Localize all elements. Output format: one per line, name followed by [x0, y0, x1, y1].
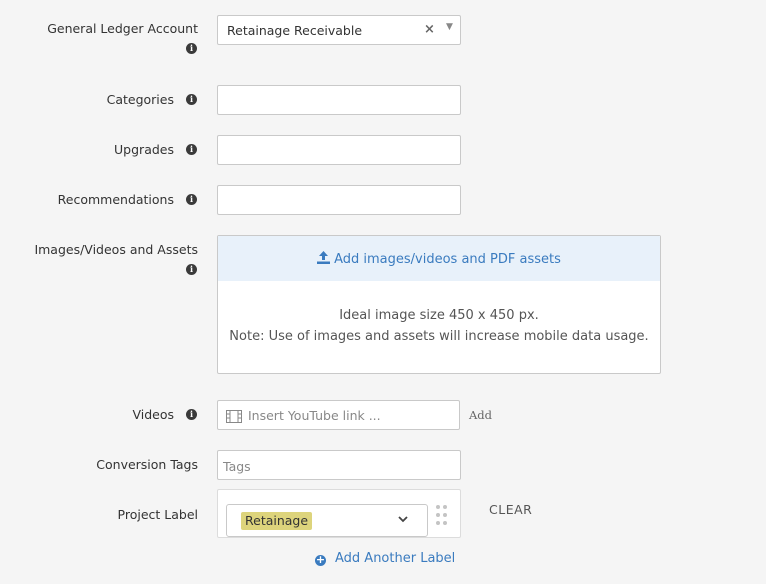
upload-link-text[interactable]: Add images/videos and PDF assets — [334, 252, 561, 267]
tags-placeholder: Tags — [223, 459, 251, 474]
gl-account-value: Retainage Receivable — [227, 23, 363, 38]
add-video-button[interactable]: Add — [469, 408, 492, 422]
videos-label: Videos — [132, 407, 174, 422]
project-label-label: Project Label — [117, 507, 198, 522]
videos-placeholder: Insert YouTube link ... — [248, 408, 381, 423]
info-icon[interactable]: i — [186, 409, 197, 420]
gl-account-select[interactable]: Retainage Receivable × ▼ — [217, 15, 461, 45]
info-icon[interactable]: i — [186, 144, 197, 155]
data-usage-note: Note: Use of images and assets will incr… — [229, 329, 649, 344]
project-label-select[interactable]: Retainage — [226, 504, 428, 537]
recommendations-label: Recommendations — [57, 192, 174, 207]
info-icon[interactable]: i — [186, 194, 197, 205]
project-label-tag: Retainage — [241, 512, 313, 530]
upgrades-input[interactable] — [217, 135, 461, 165]
videos-input[interactable]: Insert YouTube link ... — [217, 400, 460, 430]
recommendations-input[interactable] — [217, 185, 461, 215]
media-label: Images/Videos and Assets — [34, 242, 198, 257]
dropdown-arrow-icon[interactable]: ▼ — [446, 22, 453, 32]
conversion-tags-input[interactable]: Tags — [217, 450, 461, 480]
info-icon[interactable]: i — [186, 94, 197, 105]
clear-button[interactable]: CLEAR — [489, 502, 532, 517]
categories-input[interactable] — [217, 85, 461, 115]
clear-icon[interactable]: × — [424, 22, 435, 37]
conversion-tags-label: Conversion Tags — [96, 457, 198, 472]
info-icon[interactable]: i — [186, 264, 197, 275]
chevron-down-icon[interactable] — [397, 513, 409, 525]
project-label-box: Retainage — [217, 489, 461, 538]
info-icon[interactable]: i — [186, 43, 197, 54]
upload-icon — [317, 251, 331, 264]
upgrades-label: Upgrades — [114, 142, 174, 157]
image-size-note: Ideal image size 450 x 450 px. — [339, 308, 539, 323]
gl-account-label: General Ledger Account — [47, 21, 198, 36]
film-icon — [226, 410, 242, 423]
upload-link[interactable]: Add images/videos and PDF assets — [218, 251, 660, 267]
add-another-label-button[interactable]: + Add Another Label — [315, 551, 455, 566]
upload-header[interactable]: Add images/videos and PDF assets — [218, 236, 660, 281]
categories-label: Categories — [106, 92, 174, 107]
media-upload-box: Add images/videos and PDF assets Ideal i… — [217, 235, 661, 374]
plus-circle-icon: + — [315, 553, 326, 566]
add-another-label-text[interactable]: Add Another Label — [335, 551, 455, 566]
